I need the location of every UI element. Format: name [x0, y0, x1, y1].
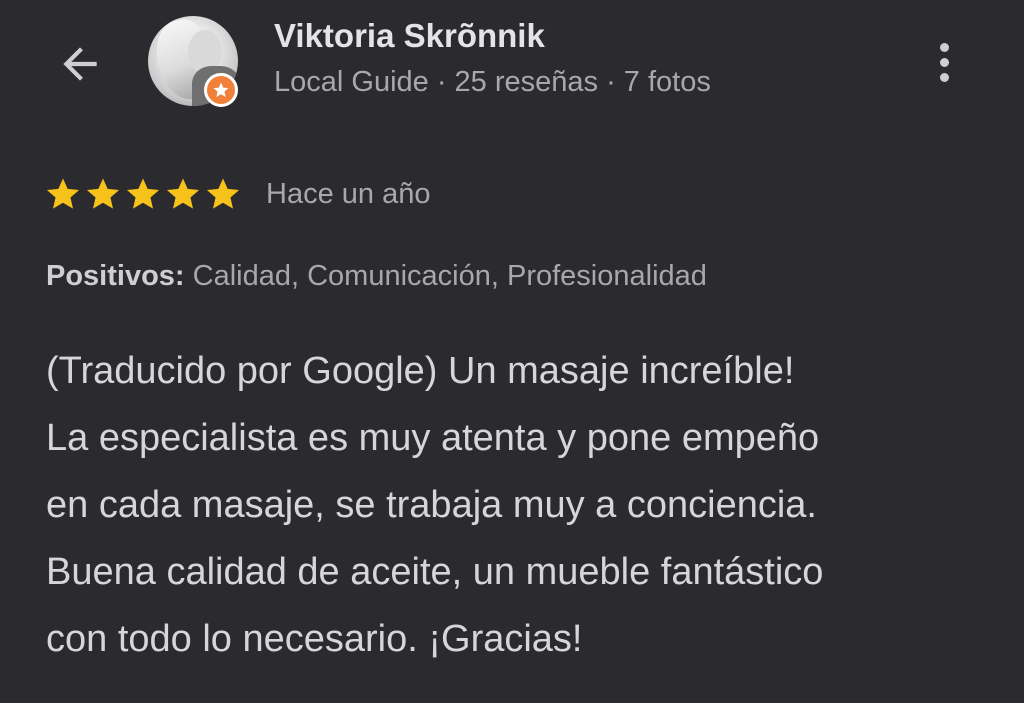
- more-vertical-icon: [939, 42, 949, 52]
- star-rating: [44, 175, 242, 213]
- review-text-line: La especialista es muy atenta y pone emp…: [46, 417, 820, 459]
- positives-line: Positivos: Calidad, Comunicación, Profes…: [46, 256, 707, 296]
- positives-label: Positivos:: [46, 260, 185, 292]
- user-name[interactable]: Viktoria Skrõnnik: [274, 14, 545, 58]
- avatar[interactable]: [148, 16, 238, 107]
- review-date: Hace un año: [266, 177, 431, 210]
- review-text-line: (Traducido por Google) Un masaje increíb…: [46, 350, 795, 392]
- star-icon: [86, 178, 120, 209]
- local-guide-badge: [204, 73, 238, 107]
- user-meta: Local Guide · 25 reseñas · 7 fotos: [274, 66, 711, 98]
- star-icon: [166, 178, 200, 209]
- arrow-back-icon: [63, 47, 97, 81]
- review-text-line: Buena calidad de aceite, un mueble fantá…: [46, 551, 824, 593]
- local-guide-star-icon: [213, 82, 229, 97]
- review-text-line: con todo lo necesario. ¡Gracias!: [46, 618, 583, 660]
- back-button[interactable]: [48, 32, 112, 96]
- star-icon: [46, 178, 80, 209]
- review-text: (Traducido por Google) Un masaje increíb…: [46, 338, 996, 673]
- positives-value: Calidad, Comunicación, Profesionalidad: [184, 260, 707, 292]
- star-icon: [126, 178, 160, 209]
- review-text-line: en cada masaje, se trabaja muy a concien…: [46, 484, 817, 526]
- review-header: Viktoria Skrõnnik Local Guide · 25 reseñ…: [0, 0, 1024, 130]
- rating-row: Hace un año: [44, 172, 430, 216]
- star-icon: [206, 178, 240, 209]
- more-options-button[interactable]: [920, 30, 968, 94]
